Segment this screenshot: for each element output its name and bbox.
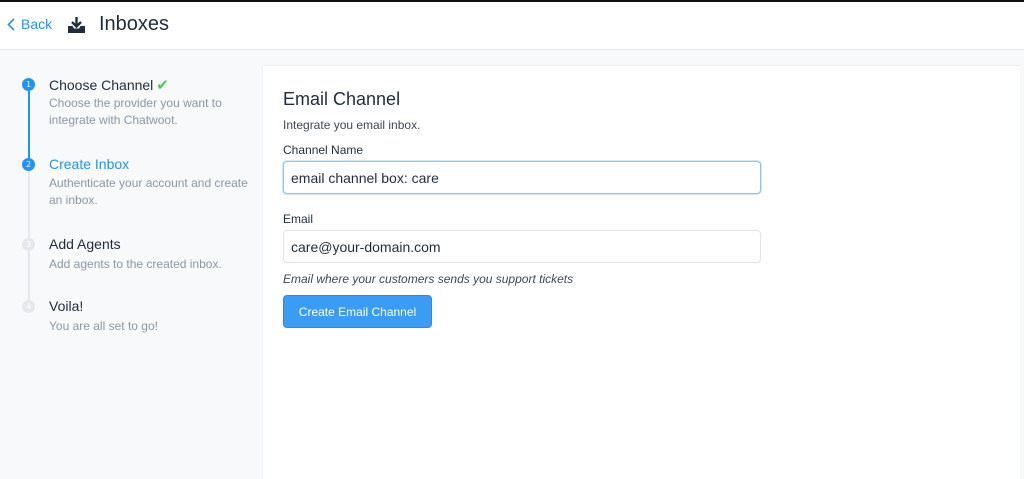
chevron-left-icon — [7, 17, 15, 31]
form-subtitle: Integrate you email inbox. — [283, 118, 421, 132]
checkmark-icon: ✔ — [156, 77, 169, 94]
channel-name-label: Channel Name — [283, 143, 364, 157]
back-button[interactable]: Back — [7, 16, 52, 32]
step-title-add-agents: Add Agents — [49, 236, 121, 252]
step-title-voila: Voila! — [49, 298, 84, 314]
step-number-3: 3 — [22, 238, 35, 251]
email-help-text: Email where your customers sends you sup… — [283, 272, 574, 286]
create-email-channel-button[interactable]: Create Email Channel — [283, 295, 432, 328]
step-desc-choose-channel: Choose the provider you want to integrat… — [49, 96, 222, 127]
page-header: Back Inboxes — [0, 2, 1024, 50]
step-connector — [28, 251, 30, 301]
step-title-choose-channel: Choose Channel ✔ — [49, 76, 169, 94]
wizard-steps: 1 Choose Channel ✔ Choose the provider yo… — [0, 51, 262, 479]
step-desc-voila: You are all set to go! — [49, 319, 158, 333]
step-number-2: 2 — [22, 158, 35, 171]
page-title: Inboxes — [99, 13, 170, 35]
channel-name-input[interactable] — [283, 161, 761, 194]
email-channel-form: Email Channel Integrate you email inbox.… — [262, 65, 1020, 479]
back-label: Back — [21, 16, 53, 32]
step-title-create-inbox: Create Inbox — [49, 156, 130, 172]
step-desc-create-inbox: Authenticate your account and create an … — [49, 176, 248, 207]
step-1-label: Choose Channel — [49, 77, 154, 93]
step-number-1: 1 — [22, 78, 35, 91]
form-title: Email Channel — [283, 89, 401, 109]
step-desc-add-agents: Add agents to the created inbox. — [49, 257, 222, 271]
step-connector — [28, 171, 30, 241]
inbox-download-icon — [68, 17, 85, 33]
email-label: Email — [283, 212, 314, 226]
email-input[interactable] — [283, 230, 761, 263]
step-number-4: 4 — [22, 300, 35, 313]
step-connector — [28, 91, 30, 160]
